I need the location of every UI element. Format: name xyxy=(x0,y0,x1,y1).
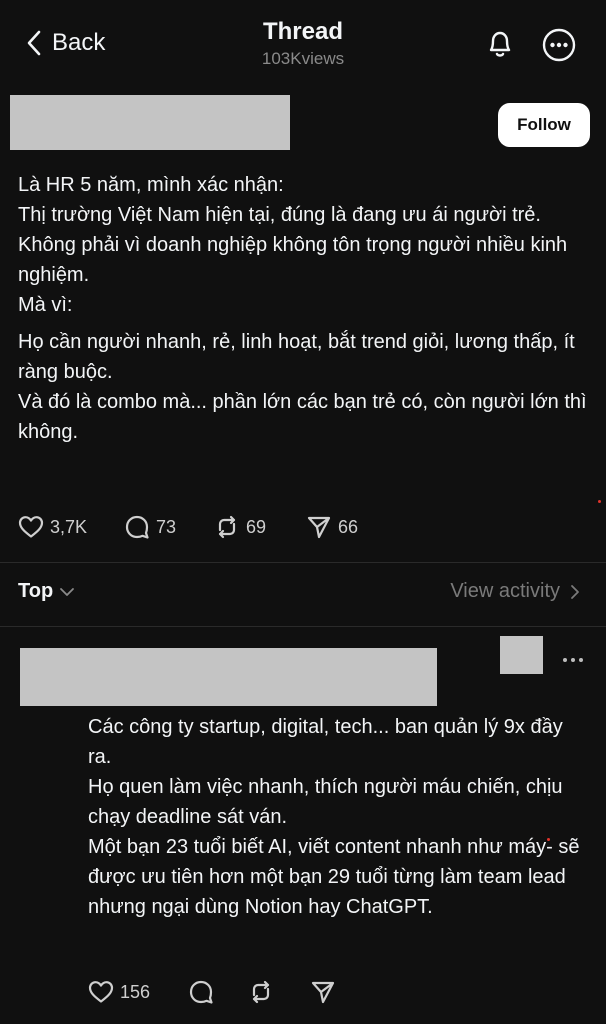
reply-like-button[interactable]: 156 xyxy=(88,980,188,1004)
post-line: Thị trường Việt Nam hiện tại, đúng là đa… xyxy=(18,204,541,226)
like-button[interactable]: 3,7K xyxy=(18,515,124,539)
post-actions: 3,7K 73 69 66 xyxy=(18,510,396,544)
comment-icon xyxy=(124,514,150,540)
post-line: Họ cần người nhanh, rẻ, linh hoạt, bắt t… xyxy=(18,331,575,383)
like-count: 3,7K xyxy=(50,516,88,537)
reply-line: Một bạn 23 tuổi biết AI, viết content nh… xyxy=(88,836,580,918)
view-activity-label: View activity xyxy=(450,580,560,602)
sort-label: Top xyxy=(18,580,54,602)
reply-like-count: 156 xyxy=(120,981,151,1002)
sort-dropdown[interactable]: Top xyxy=(18,580,75,603)
repost-icon xyxy=(248,979,274,1005)
reply-body: Các công ty startup, digital, tech... ba… xyxy=(88,712,588,922)
reply-share-button[interactable] xyxy=(310,979,350,1005)
repost-count: 69 xyxy=(246,516,267,537)
redacted-reply-author xyxy=(20,648,437,706)
repost-button[interactable]: 69 xyxy=(214,514,306,540)
reply-button[interactable]: 73 xyxy=(124,514,214,540)
redacted-author xyxy=(10,95,290,150)
redacted-avatar xyxy=(500,636,543,674)
reply-line: Các công ty startup, digital, tech... ba… xyxy=(88,716,563,768)
send-icon xyxy=(310,979,336,1005)
divider xyxy=(0,562,606,563)
reply-repost-button[interactable] xyxy=(248,979,310,1005)
post-line: Không phải vì doanh nghiệp không tôn trọ… xyxy=(18,234,568,286)
share-count: 66 xyxy=(338,516,359,537)
divider xyxy=(0,626,606,627)
reply-more-icon[interactable] xyxy=(560,648,586,672)
red-dot xyxy=(547,838,550,841)
post-line: Mà vì: xyxy=(18,294,73,316)
post-line: Là HR 5 năm, mình xác nhận: xyxy=(18,174,284,196)
heart-icon xyxy=(18,515,44,539)
comment-icon xyxy=(188,979,214,1005)
reply-line: Họ quen làm việc nhanh, thích người máu … xyxy=(88,776,563,828)
send-icon xyxy=(306,514,332,540)
share-button[interactable]: 66 xyxy=(306,514,396,540)
follow-button[interactable]: Follow xyxy=(498,103,590,147)
chevron-down-icon xyxy=(59,587,75,597)
post-body: Là HR 5 năm, mình xác nhận: Thị trường V… xyxy=(18,170,593,447)
repost-icon xyxy=(214,514,240,540)
post-line: Và đó là combo mà... phần lớn các bạn tr… xyxy=(18,391,587,443)
chevron-right-icon xyxy=(570,584,580,600)
red-dot xyxy=(598,500,601,503)
reply-count: 73 xyxy=(156,516,177,537)
more-options-icon[interactable] xyxy=(540,26,578,64)
reply-reply-button[interactable] xyxy=(188,979,248,1005)
view-activity-link[interactable]: View activity xyxy=(450,580,580,603)
heart-icon xyxy=(88,980,114,1004)
bell-icon[interactable] xyxy=(482,26,518,62)
reply-actions: 156 xyxy=(88,975,350,1009)
